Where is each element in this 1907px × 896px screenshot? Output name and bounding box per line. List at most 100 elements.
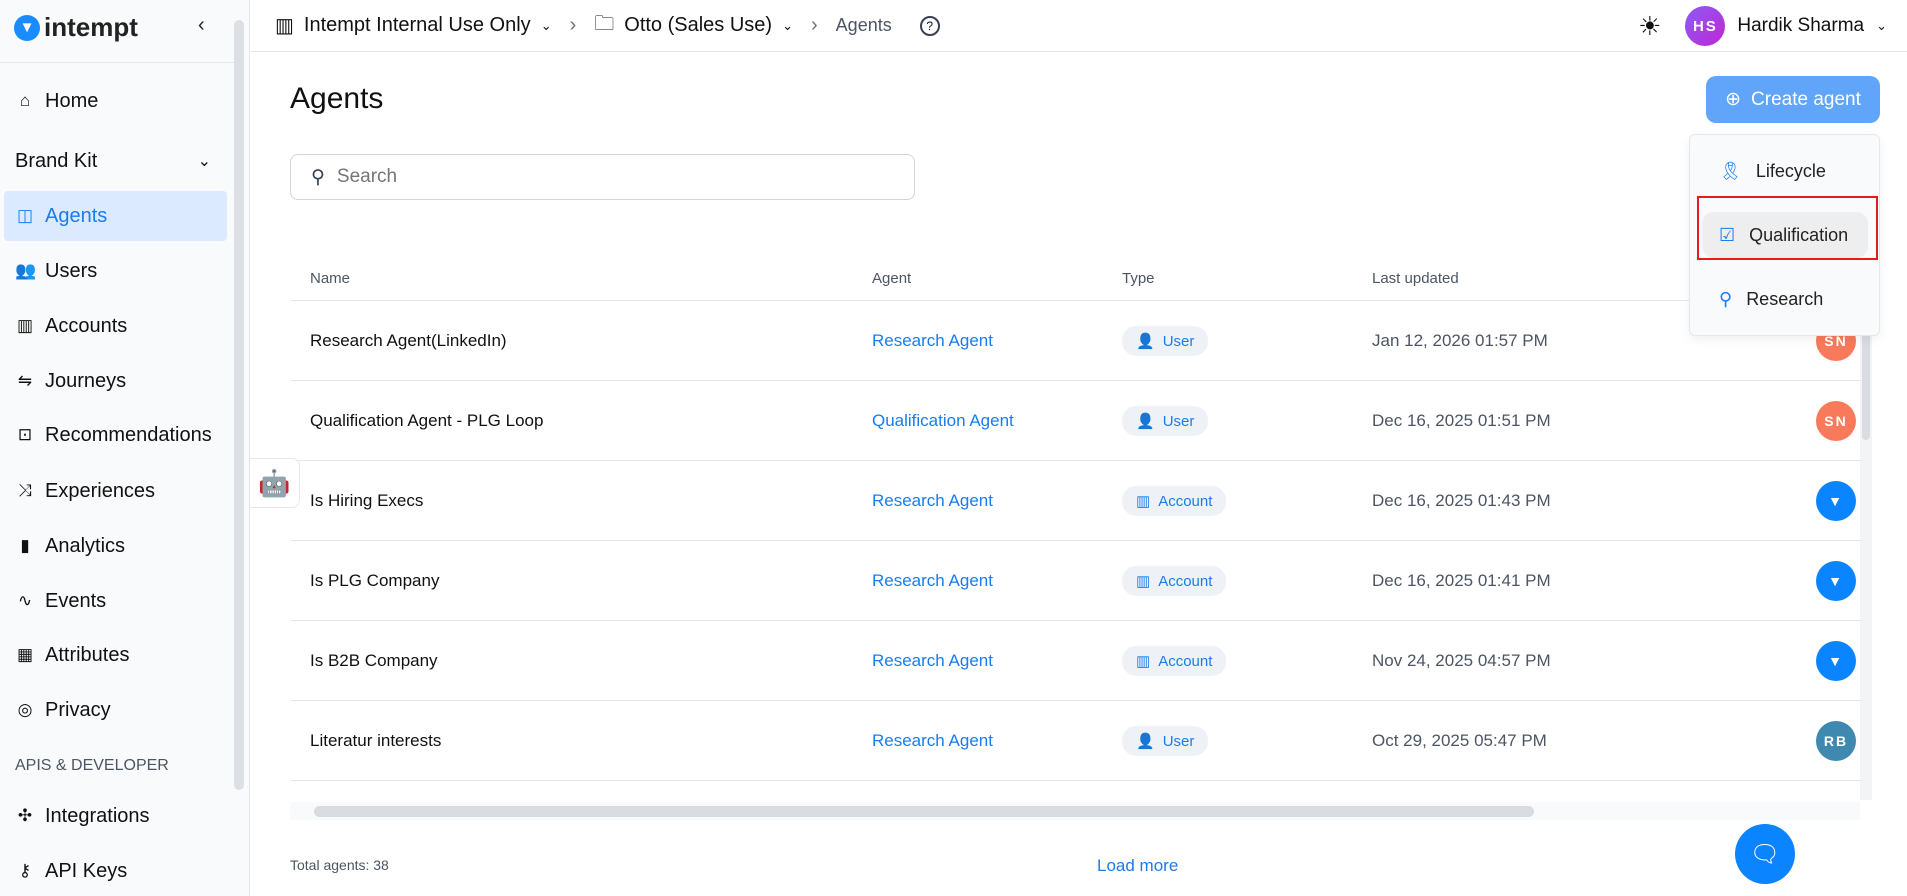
folder-icon: 🗀 xyxy=(594,12,615,35)
sidebar-item-experiences[interactable]: ⤨ Experiences xyxy=(4,466,227,516)
theme-toggle-sun-icon[interactable]: ☀ xyxy=(1638,11,1661,42)
sidebar-item-attributes[interactable]: ▦ Attributes xyxy=(4,630,227,680)
sidebar-item-api-keys[interactable]: ⚷ API Keys xyxy=(4,846,227,896)
agent-type-link[interactable]: Qualification Agent xyxy=(872,381,1014,461)
bot-icon: ◫ xyxy=(16,206,34,225)
building-icon: ▥ xyxy=(16,316,34,335)
table-row[interactable]: Literatur interests Research Agent 👤 User… xyxy=(290,701,1860,781)
agent-type-link[interactable]: Research Agent xyxy=(872,301,993,381)
building-icon: ▥ xyxy=(1136,493,1151,510)
agent-name[interactable]: Is PLG Company xyxy=(310,541,439,621)
agent-name[interactable]: Is Hiring Execs xyxy=(310,461,423,541)
highlight-box xyxy=(1697,196,1878,260)
chat-launcher-icon[interactable]: 🗨 xyxy=(1735,824,1795,884)
sidebar-item-agents[interactable]: ◫ Agents xyxy=(4,191,227,241)
sidebar-item-analytics[interactable]: ▮ Analytics xyxy=(4,521,227,571)
table-row[interactable]: Qualification Agent - PLG Loop Qualifica… xyxy=(290,381,1860,461)
load-more-link[interactable]: Load more xyxy=(1097,856,1178,876)
agent-type-link[interactable]: Research Agent xyxy=(872,461,993,541)
bag-icon: ⊡ xyxy=(17,425,33,444)
sidebar-item-integrations[interactable]: ✣ Integrations xyxy=(4,791,227,841)
bar-chart-icon: ▮ xyxy=(20,536,30,555)
user-name[interactable]: Hardik Sharma xyxy=(1737,15,1864,37)
column-header-type[interactable]: Type xyxy=(1122,270,1155,287)
shuffle-icon: ⤨ xyxy=(18,481,32,500)
avatar[interactable]: HS xyxy=(1685,6,1726,46)
breadcrumb-separator-icon: › xyxy=(569,14,577,36)
menu-item-lifecycle[interactable]: 🎗 Lifecycle xyxy=(1702,148,1868,194)
last-updated: Dec 16, 2025 01:51 PM xyxy=(1372,411,1551,430)
sidebar-scrollbar[interactable] xyxy=(234,20,244,790)
sidebar-item-privacy[interactable]: ◎ Privacy xyxy=(4,685,227,735)
column-header-agent[interactable]: Agent xyxy=(872,270,911,287)
sidebar-item-events[interactable]: ∿ Events xyxy=(4,576,227,626)
sidebar-item-brand-kit[interactable]: Brand Kit ⌄ xyxy=(4,136,227,186)
section-label: APIS & DEVELOPER xyxy=(15,757,169,774)
vertical-scrollbar[interactable] xyxy=(1860,300,1872,800)
building-icon: ▥ xyxy=(275,15,294,37)
table-row[interactable]: Is B2B Company Research Agent ▥ Account N… xyxy=(290,621,1860,701)
chevron-down-icon[interactable]: ⌄ xyxy=(1876,18,1887,34)
breadcrumb-workspace[interactable]: ▥ Intempt Internal Use Only ⌄ xyxy=(275,13,552,38)
agent-name[interactable]: Research Agent(LinkedIn) xyxy=(310,301,507,381)
intempt-logo-avatar-icon: ▼ xyxy=(1816,641,1856,681)
last-updated: Dec 16, 2025 01:43 PM xyxy=(1372,491,1551,510)
horizontal-scrollbar[interactable] xyxy=(290,802,1860,820)
last-updated: Nov 24, 2025 04:57 PM xyxy=(1372,651,1551,670)
create-agent-button[interactable]: ⊕ Create agent xyxy=(1706,76,1880,123)
sidebar-item-accounts[interactable]: ▥ Accounts xyxy=(4,301,227,351)
breadcrumb-current: Agents xyxy=(835,15,892,35)
mask-icon: ◎ xyxy=(17,700,33,719)
agent-type-link[interactable]: Research Agent xyxy=(872,541,993,621)
table-icon: ▦ xyxy=(16,645,34,664)
type-badge: ▥ Account xyxy=(1122,486,1227,516)
type-badge: 👤 User xyxy=(1122,726,1209,756)
owner-avatar: RB xyxy=(1816,721,1856,761)
search-icon: ⚲ xyxy=(311,166,325,188)
table-row[interactable]: Research Agent(LinkedIn) Research Agent … xyxy=(290,301,1860,381)
total-agents: Total agents: 38 xyxy=(290,857,389,873)
sidebar-item-home[interactable]: ⌂ Home xyxy=(4,76,227,126)
type-badge: ▥ Account xyxy=(1122,646,1227,676)
sidebar-item-recommendations[interactable]: ⊡ Recommendations xyxy=(4,410,227,460)
activity-icon: ∿ xyxy=(17,591,33,610)
help-icon[interactable]: ? xyxy=(919,15,940,36)
last-updated: Oct 29, 2025 05:47 PM xyxy=(1372,731,1547,750)
award-icon: 🎗 xyxy=(1719,160,1742,181)
scroll-thumb[interactable] xyxy=(314,806,1534,817)
user-area: ☀ HS Hardik Sharma ⌄ xyxy=(1638,6,1887,46)
agent-type-link[interactable]: Research Agent xyxy=(872,621,993,701)
search-input[interactable] xyxy=(336,166,877,188)
agent-type-link[interactable]: Research Agent xyxy=(872,701,993,781)
home-icon: ⌂ xyxy=(19,91,31,110)
sidebar: ▼ intempt ‹ ⌂ Home Brand Kit ⌄ ◫ Agents 👥 Users ▥… xyxy=(0,0,250,896)
table-row[interactable]: Is PLG Company Research Agent ▥ Account D… xyxy=(290,541,1860,621)
collapse-sidebar-icon[interactable]: ‹ xyxy=(198,14,205,37)
type-badge: 👤 User xyxy=(1122,406,1209,436)
breadcrumb-project[interactable]: 🗀 Otto (Sales Use) ⌄ xyxy=(594,9,793,43)
scroll-thumb[interactable] xyxy=(1862,320,1870,440)
key-icon: ⚷ xyxy=(18,861,32,880)
sidebar-item-journeys[interactable]: ⇋ Journeys xyxy=(4,356,227,406)
intempt-logo[interactable]: ▼ intempt xyxy=(14,12,138,43)
type-badge: 👤 User xyxy=(1122,326,1209,356)
breadcrumb-separator-icon: › xyxy=(811,14,818,36)
route-icon: ⇋ xyxy=(17,371,33,390)
menu-item-research[interactable]: ⚲ Research xyxy=(1702,276,1868,322)
sidebar-item-users[interactable]: 👥 Users xyxy=(4,246,227,296)
agent-name[interactable]: Qualification Agent - PLG Loop xyxy=(310,381,543,461)
column-header-name[interactable]: Name xyxy=(310,270,350,287)
assistant-bot-icon[interactable]: 🤖 xyxy=(250,458,300,508)
table-row[interactable]: Is Hiring Execs Research Agent ▥ Account … xyxy=(290,461,1860,541)
search-icon: ⚲ xyxy=(1719,288,1733,309)
last-updated: Dec 16, 2025 01:41 PM xyxy=(1372,571,1551,590)
agent-name[interactable]: Is B2B Company xyxy=(310,621,438,701)
agent-name[interactable]: Literatur interests xyxy=(310,701,441,781)
search-field[interactable]: ⚲ xyxy=(290,154,915,200)
chevron-down-icon: ⌄ xyxy=(540,17,552,33)
column-header-last-updated[interactable]: Last updated xyxy=(1372,270,1459,287)
user-icon: 👤 xyxy=(1136,413,1155,430)
building-icon: ▥ xyxy=(1136,653,1151,670)
user-icon: 👤 xyxy=(1136,333,1155,350)
logo-icon: ▼ xyxy=(14,14,40,41)
